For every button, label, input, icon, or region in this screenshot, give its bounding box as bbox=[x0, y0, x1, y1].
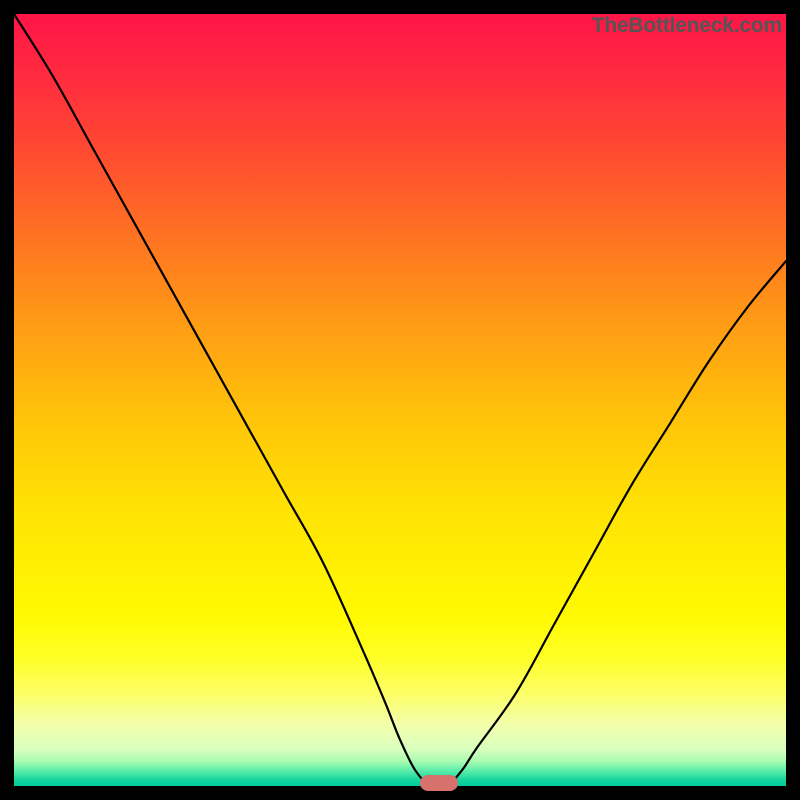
chart-frame: TheBottleneck.com bbox=[0, 0, 800, 800]
plot-area: TheBottleneck.com bbox=[14, 14, 786, 786]
curve-path bbox=[14, 14, 786, 786]
optimal-marker bbox=[420, 775, 458, 791]
bottleneck-curve bbox=[14, 14, 786, 786]
